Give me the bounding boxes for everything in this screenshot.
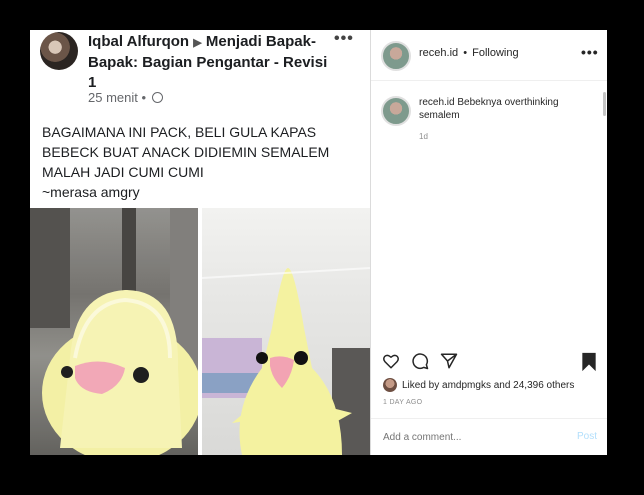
ig-more-icon[interactable]: ••• <box>581 44 599 60</box>
ig-post-date: 1 DAY AGO <box>383 399 423 406</box>
fb-more-icon: ••• <box>334 30 354 47</box>
duck-right-illustration <box>202 267 370 455</box>
post-image: Iqbal Alfurqon ▶ Menjadi Bapak-Bapak: Ba… <box>30 30 370 455</box>
ig-post-header: receh.id • Following ••• <box>371 30 607 81</box>
ig-caption-username[interactable]: receh.id <box>419 97 455 108</box>
comment-input[interactable] <box>383 430 533 444</box>
fb-post-header: Iqbal Alfurqon ▶ Menjadi Bapak-Bapak: Ba… <box>88 32 328 93</box>
globe-icon <box>151 92 163 103</box>
fb-dot: • <box>141 90 147 105</box>
fb-author-name: Iqbal Alfurqon <box>88 33 190 50</box>
duck-photo-left <box>30 208 198 455</box>
comment-icon[interactable] <box>411 352 429 370</box>
ig-caption: receh.id Bebeknya overthinking semalem <box>419 96 589 122</box>
fb-post-line: MALAH JADI CUMI CUMI <box>42 164 204 180</box>
ig-comment-bar: Post <box>371 418 607 455</box>
bookmark-icon[interactable] <box>580 352 598 372</box>
post-comment-button[interactable]: Post <box>577 431 597 442</box>
ig-likes-avatar <box>383 378 397 392</box>
fb-photos <box>30 208 370 455</box>
post-frame: Iqbal Alfurqon ▶ Menjadi Bapak-Bapak: Ba… <box>30 30 607 455</box>
ig-following-button[interactable]: Following <box>472 47 518 59</box>
fb-time-text: 25 menit <box>88 90 138 105</box>
fb-avatar <box>40 32 78 70</box>
comments-scrollbar[interactable] <box>603 92 606 116</box>
share-icon[interactable] <box>440 352 458 370</box>
fb-timestamp: 25 menit • <box>88 90 163 105</box>
fb-post-text: BAGAIMANA INI PACK, BELI GULA KAPAS BEBE… <box>42 122 362 202</box>
fb-post-line: BEBECK BUAT ANACK DIDIEMIN SEMALEM <box>42 144 330 160</box>
heart-icon[interactable] <box>382 352 400 370</box>
duck-left-illustration <box>30 208 198 455</box>
ig-likes-line: Liked by amdpmgks and 24,396 others <box>402 380 574 391</box>
ig-username-link[interactable]: receh.id <box>419 47 458 59</box>
ig-follow-separator: • <box>463 47 468 59</box>
ig-sidebar: receh.id • Following ••• receh.id Bebekn… <box>370 30 607 455</box>
fb-post-line: BAGAIMANA INI PACK, BELI GULA KAPAS <box>42 124 317 140</box>
ig-likes-user[interactable]: amdpmgks <box>442 380 491 391</box>
ig-action-bar <box>371 348 607 376</box>
duck-photo-right <box>202 208 370 455</box>
ig-caption-avatar[interactable] <box>381 96 411 126</box>
fb-post-line: ~merasa amgry <box>42 184 140 200</box>
fb-arrow-icon: ▶ <box>193 37 202 49</box>
ig-likes-prefix: Liked by <box>402 380 440 391</box>
ig-caption-age: 1d <box>419 132 428 141</box>
ig-likes-suffix[interactable]: and 24,396 others <box>494 380 575 391</box>
ig-avatar[interactable] <box>381 41 411 71</box>
ig-header-user: receh.id • Following <box>419 47 519 59</box>
